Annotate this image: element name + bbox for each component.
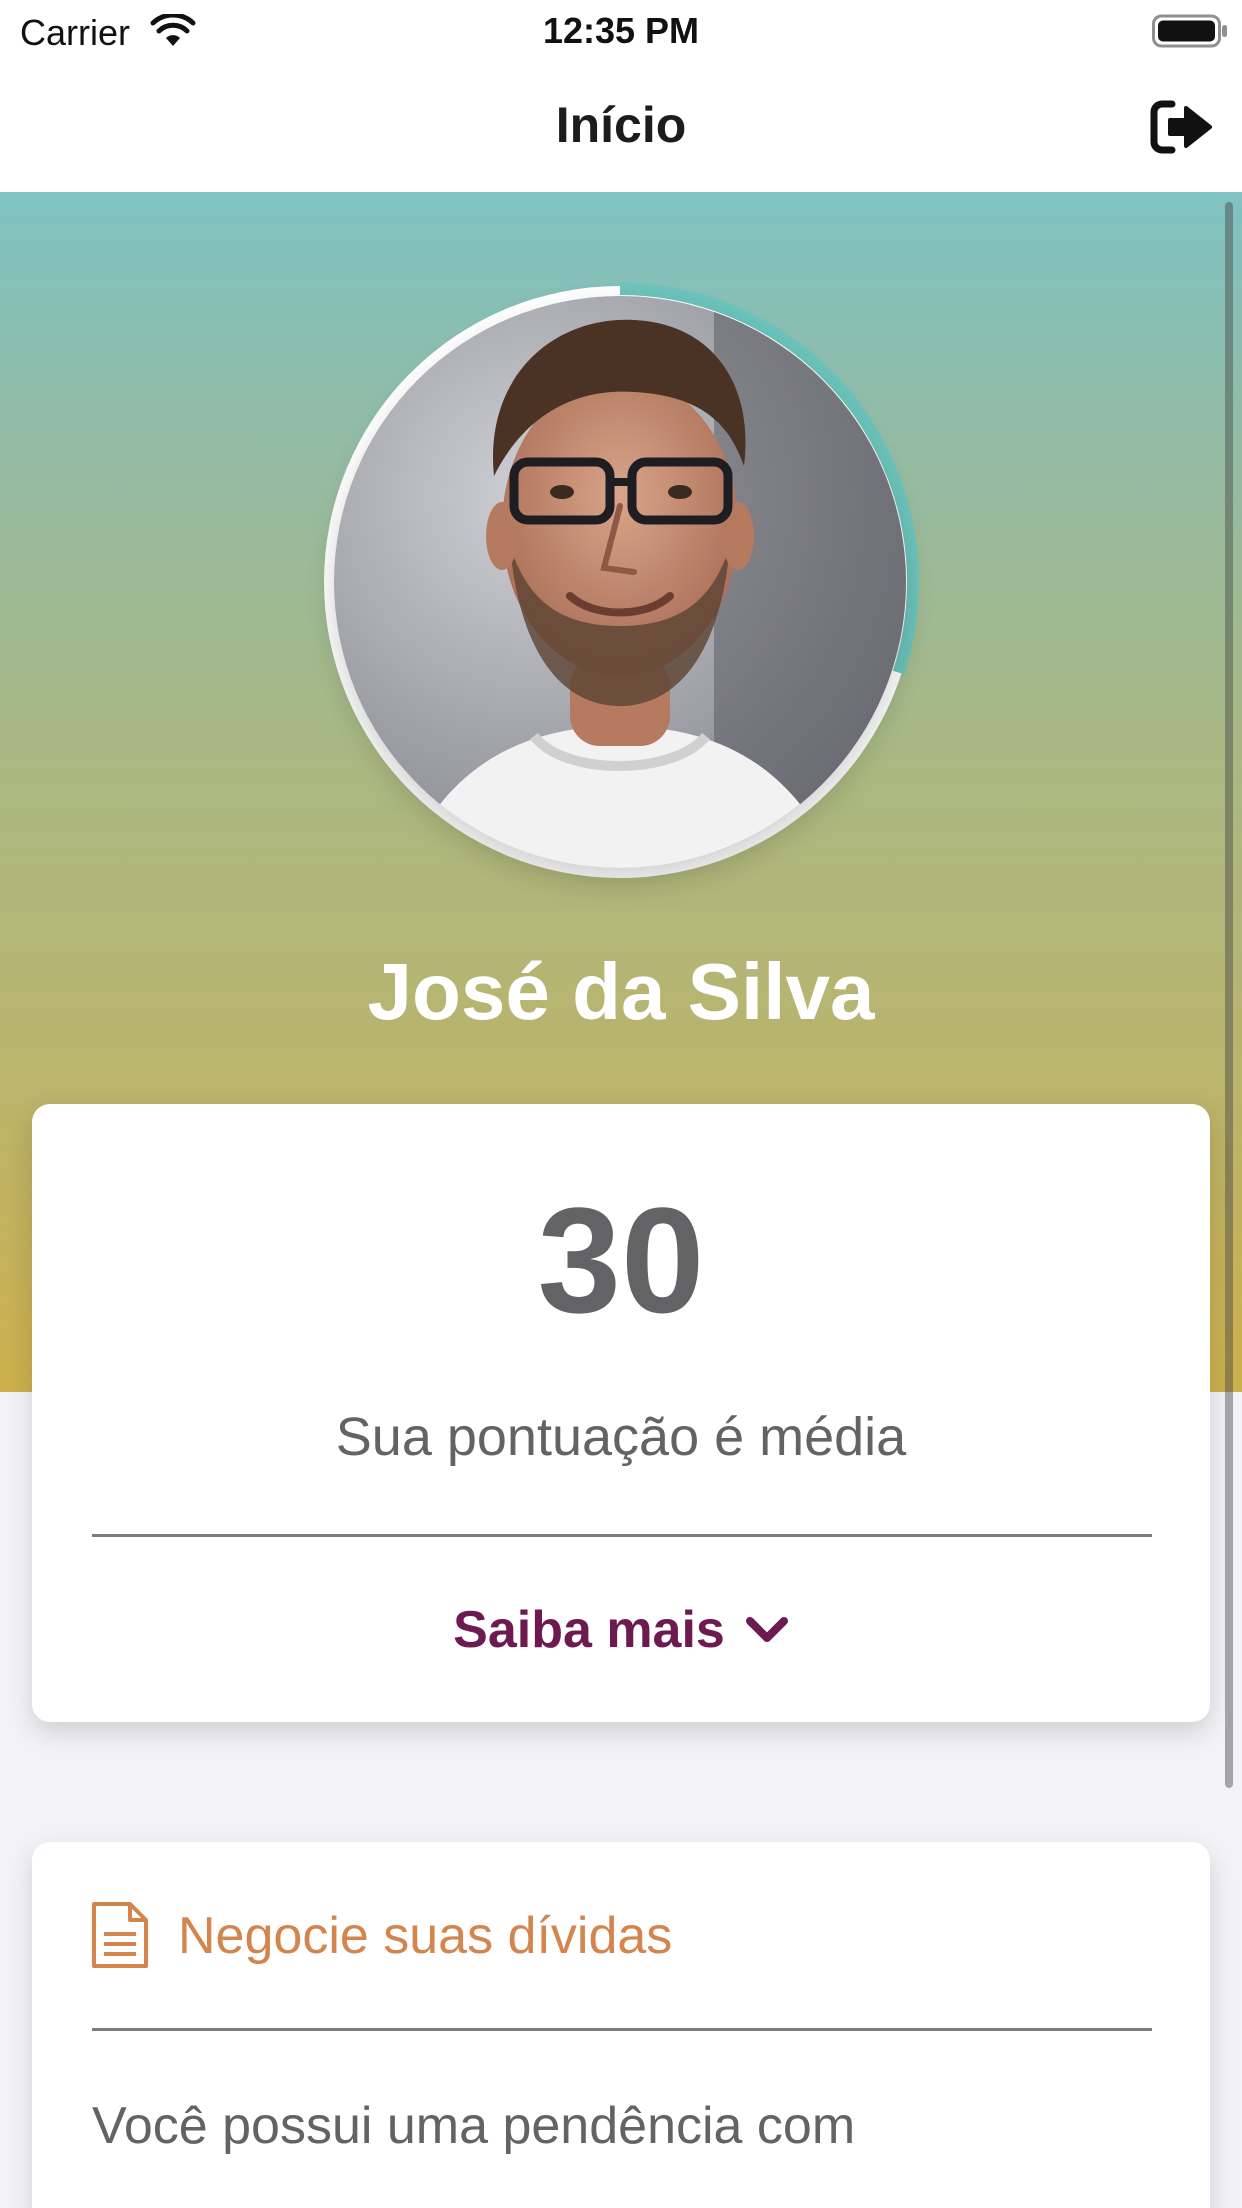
status-bar: Carrier 12:35 PM bbox=[0, 0, 1242, 62]
page-title: Início bbox=[555, 97, 687, 153]
logout-icon[interactable] bbox=[1150, 98, 1214, 156]
battery-icon bbox=[1152, 14, 1227, 48]
app-screen: Carrier 12:35 PM Início José da Silva 30… bbox=[0, 0, 1242, 2208]
debt-card-divider bbox=[92, 2028, 1152, 2031]
learn-more-label: Saiba mais bbox=[453, 1601, 725, 1659]
learn-more-button[interactable]: Saiba mais bbox=[32, 1600, 1210, 1660]
score-card-divider bbox=[92, 1534, 1152, 1537]
debt-card-text: Você possui uma pendência com bbox=[92, 2097, 856, 2155]
debt-negotiation-card[interactable]: Negocie suas dívidas Você possui uma pen… bbox=[32, 1842, 1210, 2208]
score-value: 30 bbox=[537, 1176, 705, 1344]
scroll-indicator[interactable] bbox=[1225, 202, 1233, 1788]
profile-avatar bbox=[318, 280, 922, 884]
user-name: José da Silva bbox=[367, 947, 875, 1036]
document-icon bbox=[92, 1902, 148, 1968]
avatar-photo bbox=[334, 296, 906, 868]
person-portrait bbox=[334, 296, 906, 868]
score-description: Sua pontuação é média bbox=[335, 1407, 907, 1467]
status-time: 12:35 PM bbox=[542, 10, 700, 51]
navigation-bar: Início bbox=[0, 62, 1242, 192]
debt-card-title: Negocie suas dívidas bbox=[178, 1907, 673, 1965]
chevron-down-icon bbox=[745, 1617, 788, 1642]
score-card: 30 Sua pontuação é média Saiba mais bbox=[32, 1104, 1210, 1722]
